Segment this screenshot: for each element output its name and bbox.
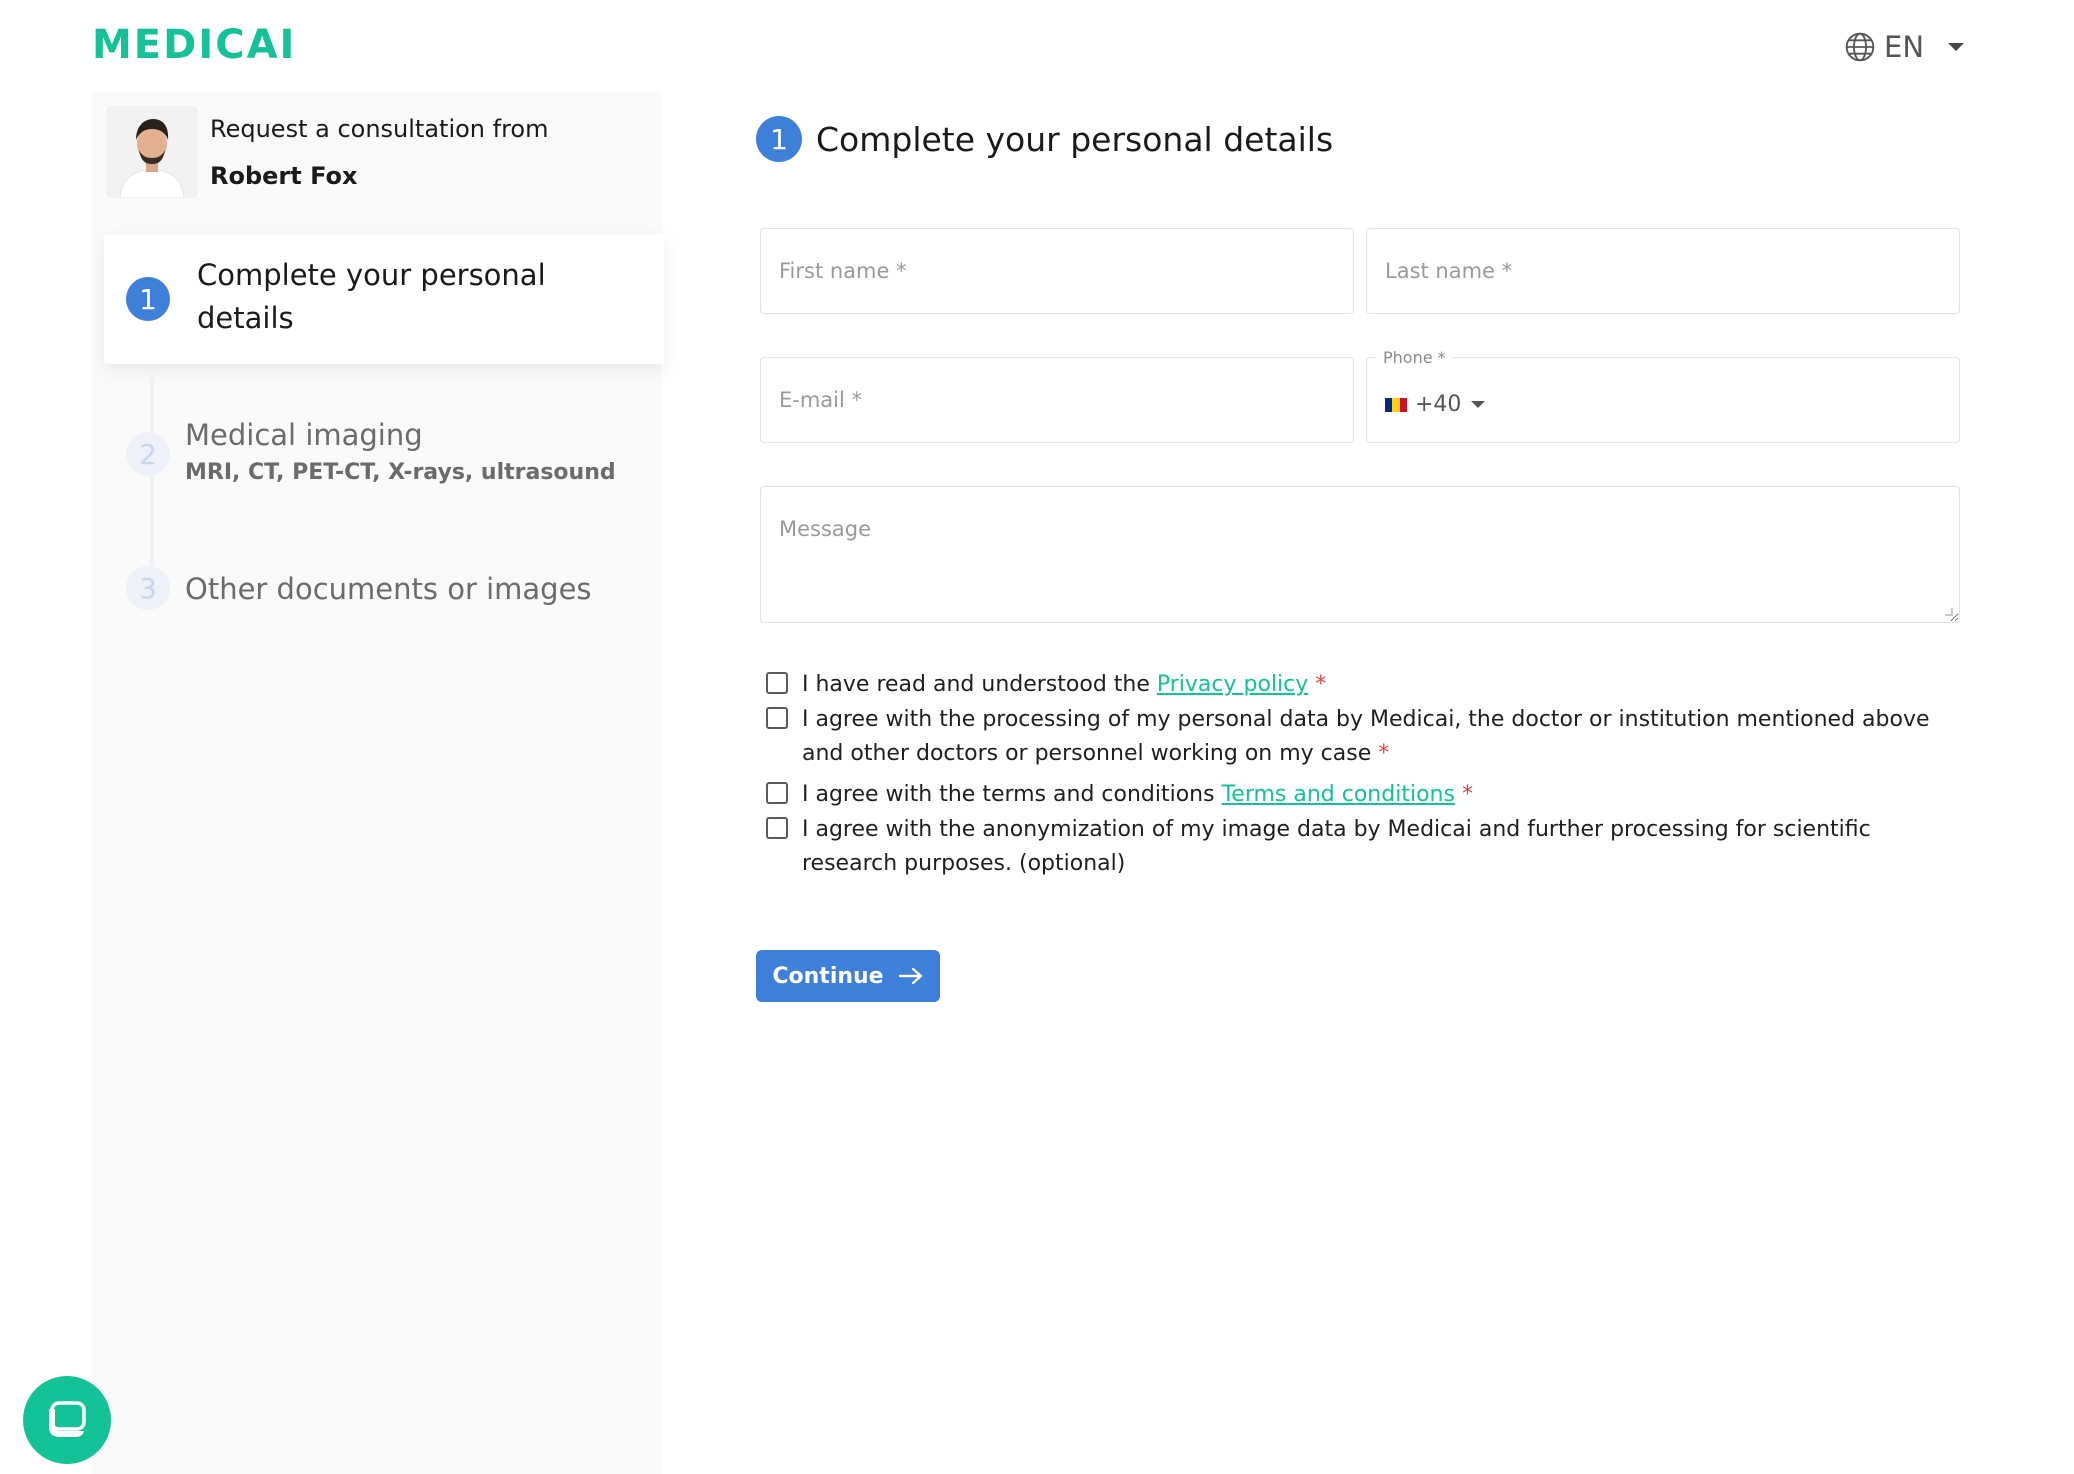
arrow-right-icon (898, 967, 924, 985)
anonymization-checkbox[interactable] (766, 817, 788, 839)
consent-text: I have read and understood the Privacy p… (802, 668, 1962, 702)
required-marker: * (1462, 782, 1473, 807)
consent-terms: I agree with the terms and conditions Te… (766, 778, 1966, 812)
step-2-title: Medical imaging (185, 414, 423, 457)
language-selector[interactable]: EN (1844, 28, 1964, 66)
privacy-policy-checkbox[interactable] (766, 672, 788, 694)
phone-label: Phone * (1377, 348, 1452, 367)
country-code-selector[interactable]: +40 (1385, 392, 1485, 417)
step-1-title: Complete your personal details (197, 254, 577, 340)
country-code: +40 (1415, 392, 1461, 417)
doctor-name: Robert Fox (210, 162, 357, 190)
step-connector-2 (150, 476, 154, 566)
sidebar: Request a consultation from Robert Fox 1… (92, 92, 662, 1474)
medicai-logo[interactable]: MEDICAI (92, 24, 296, 66)
privacy-policy-link[interactable]: Privacy policy (1157, 672, 1308, 697)
step-3-title: Other documents or images (185, 568, 592, 611)
consent-text: I agree with the processing of my person… (802, 703, 1962, 771)
request-prefix: Request a consultation from (210, 115, 549, 143)
last-name-field[interactable] (1366, 228, 1960, 314)
consent-label: I have read and understood the (802, 672, 1157, 697)
consent-privacy-policy: I have read and understood the Privacy p… (766, 668, 1966, 702)
doctor-avatar (106, 106, 198, 198)
step-2-number: 2 (126, 432, 170, 476)
consent-anonymization: I agree with the anonymization of my ima… (766, 813, 1966, 881)
required-marker: * (1378, 741, 1389, 766)
romania-flag-icon (1385, 398, 1407, 412)
chat-widget-button[interactable] (23, 1376, 111, 1464)
first-name-field[interactable] (760, 228, 1354, 314)
step-1-number: 1 (126, 277, 170, 321)
consultation-request-text: Request a consultation from Robert Fox (210, 106, 646, 216)
consent-text: I agree with the terms and conditions Te… (802, 778, 1962, 812)
chevron-down-icon (1948, 43, 1964, 51)
email-input[interactable] (761, 358, 1353, 442)
form-step-number: 1 (756, 116, 802, 162)
globe-icon (1844, 31, 1876, 63)
last-name-input[interactable] (1367, 229, 1959, 313)
email-field[interactable] (760, 357, 1354, 443)
data-processing-checkbox[interactable] (766, 707, 788, 729)
form-title: Complete your personal details (816, 120, 1333, 159)
message-textarea[interactable] (761, 487, 1959, 622)
consent-label: I agree with the processing of my person… (802, 707, 1930, 766)
doctor-card: Request a consultation from Robert Fox (106, 106, 646, 216)
form-header: 1 Complete your personal details (756, 116, 1333, 162)
message-field[interactable] (760, 486, 1960, 623)
chevron-down-icon (1471, 401, 1485, 408)
consent-label: I agree with the terms and conditions (802, 782, 1222, 807)
first-name-input[interactable] (761, 229, 1353, 313)
consent-data-processing: I agree with the processing of my person… (766, 703, 1966, 771)
step-1-personal-details[interactable]: 1 Complete your personal details (104, 234, 664, 364)
terms-checkbox[interactable] (766, 782, 788, 804)
step-3-number: 3 (126, 566, 170, 610)
phone-input[interactable] (1487, 358, 2074, 442)
resize-handle-icon[interactable] (1945, 608, 1953, 616)
terms-link[interactable]: Terms and conditions (1222, 782, 1455, 807)
phone-field[interactable]: Phone * +40 (1366, 357, 1960, 443)
continue-button[interactable]: Continue (756, 950, 940, 1002)
continue-label: Continue (772, 964, 883, 989)
step-2-subtitle: MRI, CT, PET-CT, X-rays, ultrasound (185, 460, 616, 485)
step-connector-1 (150, 364, 154, 432)
required-marker: * (1315, 672, 1326, 697)
consent-text: I agree with the anonymization of my ima… (802, 813, 1962, 881)
language-code: EN (1884, 30, 1924, 64)
chat-bubble-icon (44, 1397, 90, 1443)
